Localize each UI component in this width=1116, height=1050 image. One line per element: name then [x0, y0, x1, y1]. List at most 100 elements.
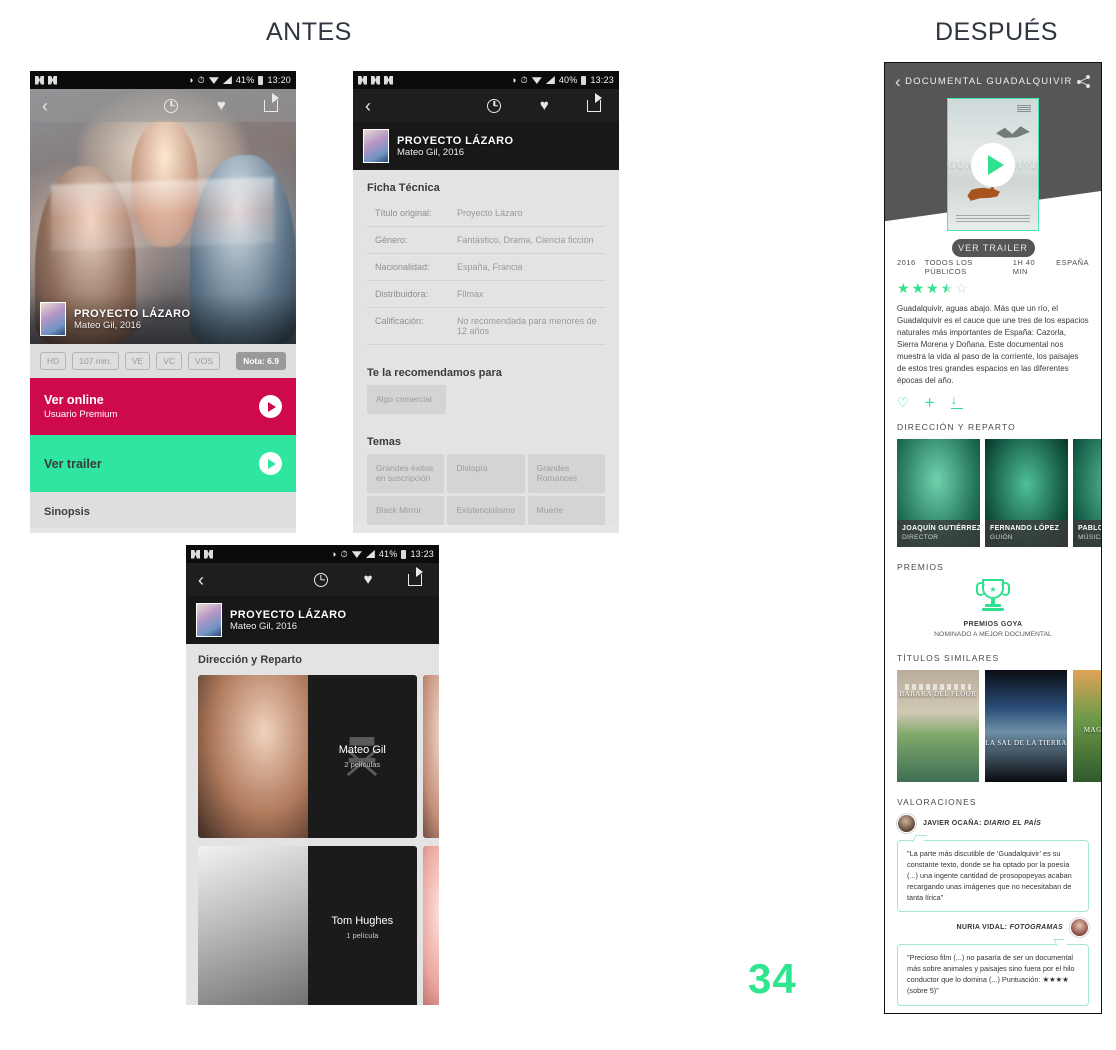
award-title: PREMIOS GOYA	[963, 620, 1023, 628]
cast-heading: DIRECCIÓN Y REPARTO	[897, 421, 1016, 432]
back-button[interactable]: ‹	[353, 89, 470, 122]
star-half-icon: ★	[940, 280, 954, 296]
movie-title: PROYECTO LÁZARO	[230, 608, 347, 621]
slide-number: 34	[748, 955, 797, 1002]
watch-online-button[interactable]: Ver online Usuario Premium	[30, 378, 296, 435]
similar-titles-row: BARAKA DEL FLOOR LA SAL DE LA TIERRA MAG…	[897, 669, 1101, 782]
cast-card-tom-hughes[interactable]: Tom Hughes 1 película	[198, 846, 417, 1005]
back-button[interactable]: ‹	[186, 563, 297, 596]
cast-role: GUIÓN	[990, 533, 1013, 541]
slide-canvas: ANTES DESPUÉS 34 ◑ ⏱ 41% 13:20 ‹ ♥ PROYE…	[0, 0, 1116, 1050]
row-key: Título original:	[375, 208, 432, 218]
favorite-button[interactable]: ♥	[519, 89, 569, 122]
similar-title: LA SAL DE LA TIERRA	[985, 739, 1067, 748]
battery-icon	[401, 549, 407, 559]
clock-icon	[313, 572, 328, 587]
similar-poster[interactable]: LA SAL DE LA TIERRA	[985, 669, 1067, 782]
review-outlet: DIARIO EL PAÍS	[983, 819, 1042, 827]
cast-card[interactable]: PABLO M MÚSICA	[1073, 438, 1101, 547]
poster-credits	[956, 215, 1030, 224]
share-icon[interactable]	[1077, 75, 1091, 88]
mini-poster-thumbnail	[196, 603, 222, 637]
watch-online-label: Ver online	[44, 393, 104, 407]
ver-trailer-button[interactable]: VER TRAILER	[951, 239, 1035, 257]
caption-antes: ANTES	[266, 18, 352, 46]
similar-poster[interactable]: BARAKA DEL FLOOR	[897, 669, 979, 782]
hero-title-row: PROYECTO LÁZARO Mateo Gil, 2016	[30, 294, 296, 344]
history-button[interactable]	[470, 89, 520, 122]
statusbar-right-icons: ◑ ⏱ 41% 13:20	[187, 74, 291, 85]
history-button[interactable]	[297, 563, 344, 596]
phone-screenshot-detalle: ◑ ⏱ 41% 13:20 ‹ ♥ PROYECTO LÁZARO Mateo …	[30, 71, 296, 533]
movie-subtitle: Mateo Gil, 2016	[230, 620, 298, 632]
statusbar-1: ◑ ⏱ 41% 13:20	[30, 71, 296, 89]
table-row: Género: Fantástico, Drama, Ciencia ficci…	[367, 227, 605, 254]
cast-role: MÚSICA	[1078, 533, 1101, 541]
alarm-icon: ⏱	[340, 548, 348, 559]
cast-row: Mateo Gil 2 películas	[198, 675, 439, 838]
download-icon[interactable]	[950, 392, 963, 410]
action-icons-row: ♡ +	[897, 392, 1089, 411]
hero-light-streak	[51, 176, 275, 251]
mini-poster-thumbnail	[363, 129, 389, 163]
movie-title: PROYECTO LÁZARO	[397, 134, 514, 147]
cast-photo	[423, 675, 439, 838]
star-rating[interactable]: ★ ★ ★ ★ ☆	[897, 281, 1089, 295]
favorite-button[interactable]: ♥	[196, 89, 246, 122]
synopsis-text: Guadalquivir, aguas abajo. Más que un rí…	[897, 304, 1089, 385]
review-header: NURIA VIDAL: FOTOGRAMAS	[897, 918, 1089, 938]
wifi-icon	[531, 77, 542, 84]
notification-icon	[35, 75, 44, 85]
row-key: Distribuidora:	[375, 289, 429, 299]
tag-item[interactable]: Existencialismo	[447, 495, 525, 525]
meta-rating-age: TODOS LOS PÚBLICOS	[924, 258, 973, 276]
notification-icon	[191, 549, 200, 559]
cast-card-next[interactable]	[423, 675, 439, 838]
phone-screenshot-reparto: ◑ ⏱ 41% 13:23 ‹ ♥ PROYECTO LÁZARO Mateo …	[186, 545, 439, 1005]
cast-name: Mateo Gil	[338, 744, 386, 756]
cast-count: 1 película	[346, 931, 379, 940]
cast-card[interactable]: FERNANDO LÓPEZ GUIÓN	[985, 438, 1068, 547]
synopsis-heading: Sinopsis	[30, 492, 296, 528]
review-author: JAVIER OCAÑA: DIARIO EL PAÍS	[923, 820, 1041, 827]
cast-heading: Dirección y Reparto	[198, 654, 302, 666]
row-value: Filmax	[457, 289, 484, 299]
tag-item[interactable]: Black Mirror	[367, 495, 445, 525]
play-button[interactable]	[971, 142, 1015, 187]
director-chair-icon	[347, 736, 378, 776]
row-value: Fantástico, Drama, Ciencia ficción	[457, 235, 594, 245]
similar-title: MAGIA SALVAJE	[1083, 725, 1102, 734]
tag-item[interactable]: Muerte	[527, 495, 605, 525]
history-button[interactable]	[147, 89, 197, 122]
back-button[interactable]: ‹	[30, 89, 147, 122]
star-icon: ★	[926, 280, 939, 296]
similar-poster[interactable]: MAGIA SALVAJE	[1073, 669, 1102, 782]
phone-screenshot-nuevo-diseno: ‹ DOCUMENTAL GUADALQUIVIR GUADALQUIVIR V…	[884, 62, 1102, 1014]
similar-title: BARAKA DEL FLOOR	[899, 689, 977, 698]
signal-icon	[545, 76, 555, 84]
share-icon	[408, 566, 424, 586]
battery-percent: 41%	[235, 74, 255, 85]
statusbar-right-icons: ◑ ⏱ 41% 13:23	[331, 548, 434, 559]
share-button[interactable]	[569, 89, 619, 122]
tag-item[interactable]: Distopía	[447, 453, 525, 493]
favorite-icon[interactable]: ♡	[897, 396, 909, 409]
tag-algo-comercial[interactable]: Algo comercial	[367, 385, 446, 414]
tag-item[interactable]: Grandes éxitos en suscripción	[367, 453, 445, 493]
favorite-button[interactable]: ♥	[344, 563, 391, 596]
actionbar-3: ‹ ♥	[186, 563, 439, 596]
cast-card-mateo-gil[interactable]: Mateo Gil 2 películas	[198, 675, 417, 838]
row-value: España, Francia	[457, 262, 523, 272]
add-icon[interactable]: +	[925, 394, 935, 411]
wifi-icon	[208, 77, 219, 84]
cast-card[interactable]: JOAQUÍN GUTIÉRREZ DIRECTOR	[897, 438, 980, 547]
tag-item[interactable]: Grandes Romances	[527, 453, 605, 493]
share-button[interactable]	[246, 89, 296, 122]
share-button[interactable]	[392, 563, 439, 596]
share-icon	[587, 92, 603, 112]
mini-poster-thumbnail	[40, 302, 66, 336]
watch-trailer-button[interactable]: Ver trailer	[30, 435, 296, 492]
page-title: DOCUMENTAL GUADALQUIVIR	[905, 76, 1073, 87]
vibrate-icon: ◑	[187, 74, 194, 85]
cast-card-next[interactable]	[423, 846, 439, 1005]
